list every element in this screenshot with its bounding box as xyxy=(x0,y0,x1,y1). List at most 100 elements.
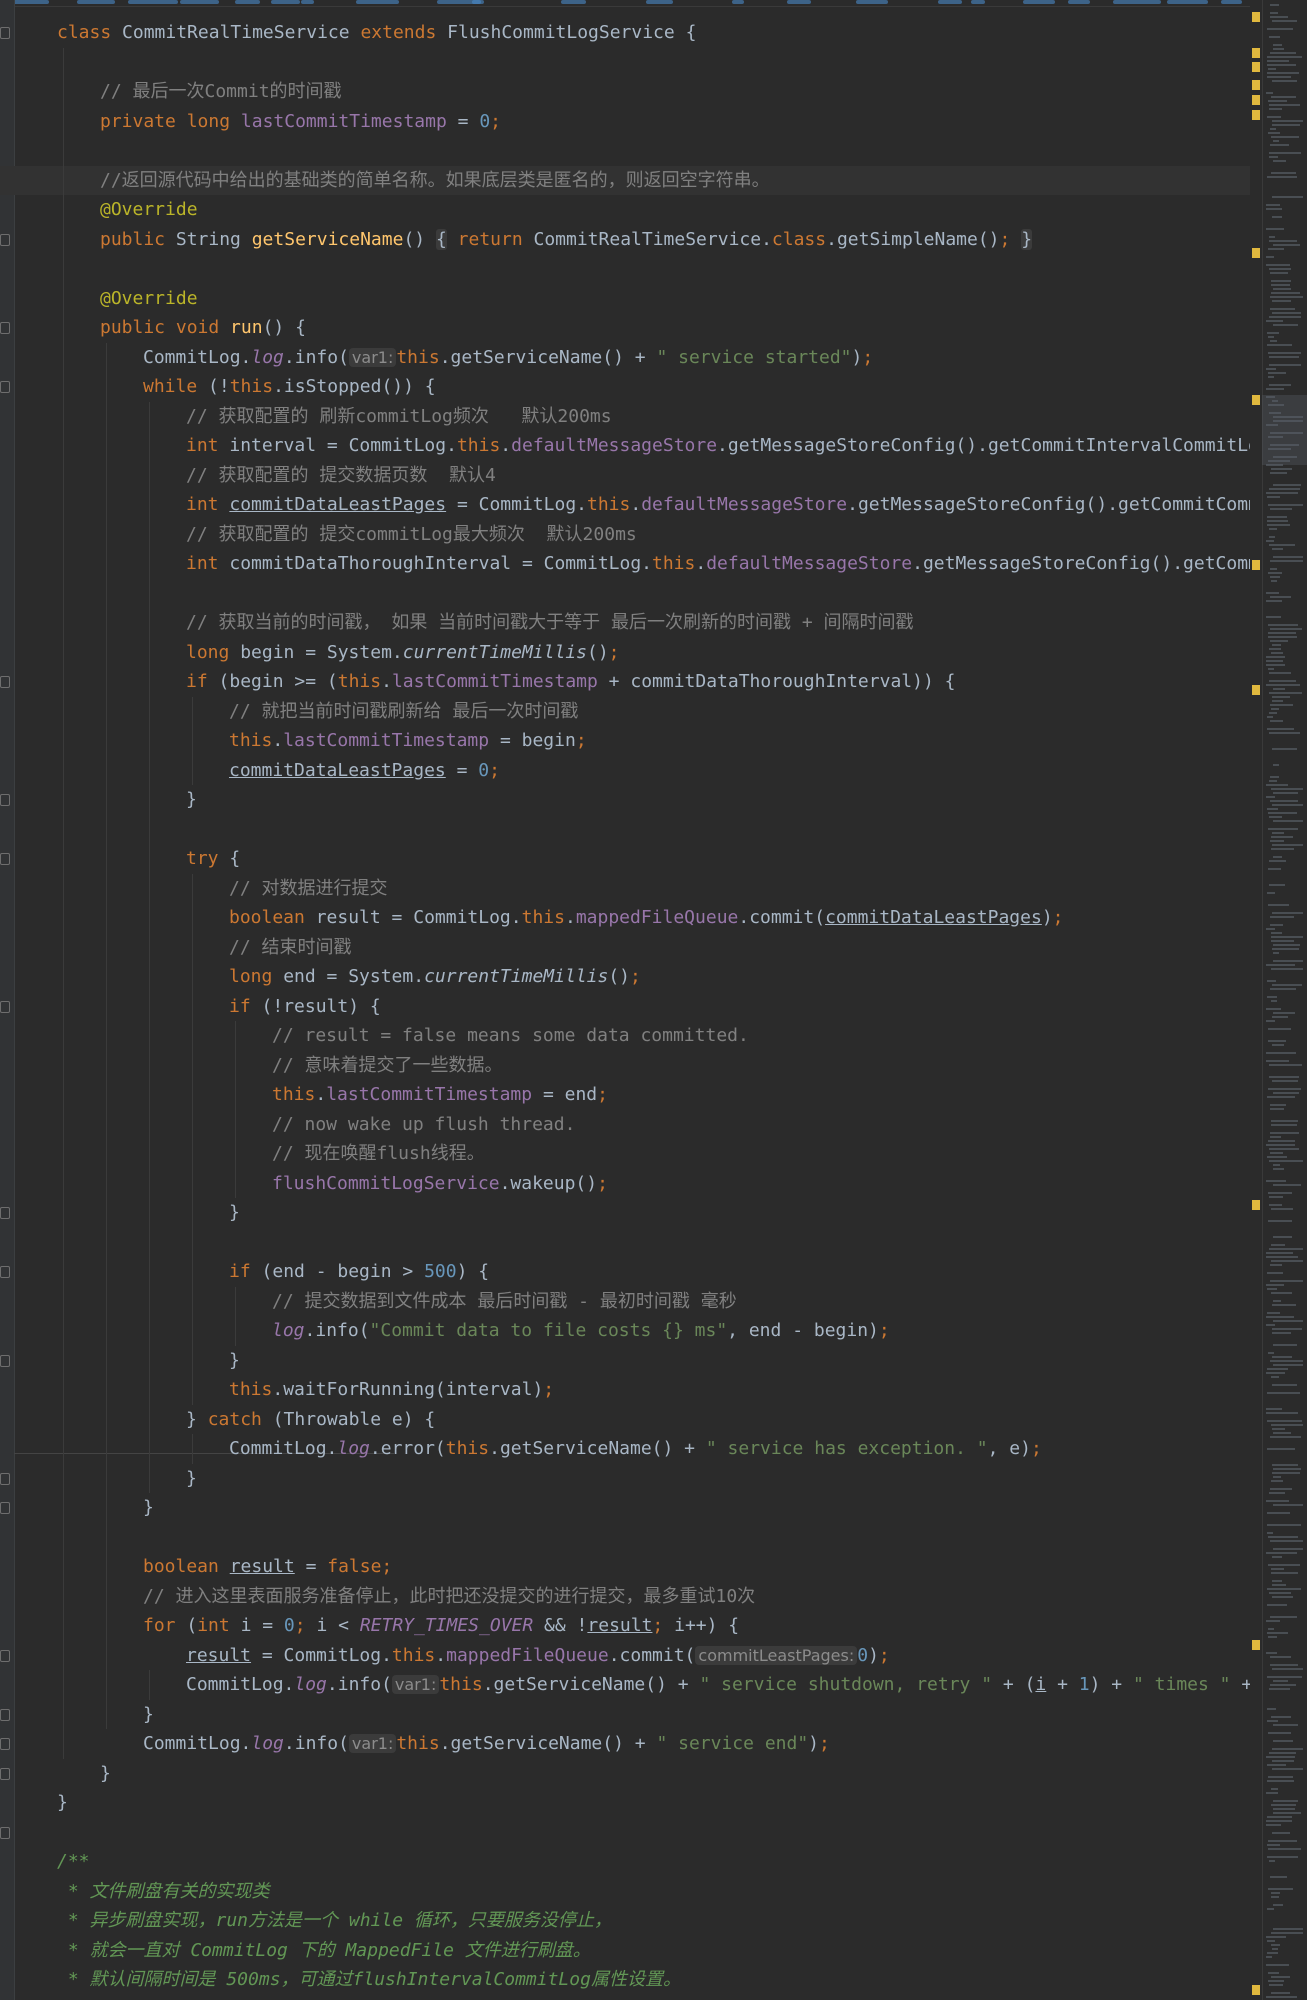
code-line[interactable]: if (begin >= (this.lastCommitTimestamp +… xyxy=(186,667,955,697)
minimap-line xyxy=(1267,1392,1300,1394)
code-line[interactable]: * 默认间隔时间是 500ms，可通过flushIntervalCommitLo… xyxy=(57,1965,681,1995)
code-line[interactable]: // 就把当前时间戳刷新给 最后一次时间戳 xyxy=(229,697,578,727)
code-line[interactable]: CommitLog.log.info(var1: this.getServiceN… xyxy=(143,343,873,373)
code-token: , end - begin) xyxy=(727,1320,879,1341)
minimap-line xyxy=(1271,1260,1303,1262)
code-line[interactable]: // 意味着提交了一些数据。 xyxy=(272,1051,503,1081)
code-line[interactable]: log.info("Commit data to file costs {} m… xyxy=(272,1316,890,1346)
code-line[interactable]: class CommitRealTimeService extends Flus… xyxy=(57,18,696,48)
code-line[interactable]: // 现在唤醒flush线程。 xyxy=(272,1139,485,1169)
code-line[interactable]: @Override xyxy=(100,195,198,225)
minimap-line xyxy=(1273,960,1303,962)
warning-marker-icon[interactable] xyxy=(1252,62,1260,72)
code-line[interactable]: public void run() { xyxy=(100,313,306,343)
code-line[interactable]: /** xyxy=(57,1847,90,1877)
minimap-line xyxy=(1273,856,1282,858)
code-line[interactable]: } xyxy=(57,1788,68,1818)
code-line[interactable]: CommitLog.log.info(var1: this.getServiceN… xyxy=(186,1670,1262,1700)
code-line[interactable]: long end = System.currentTimeMillis(); xyxy=(229,962,641,992)
error-stripe[interactable] xyxy=(1250,0,1262,2000)
code-line[interactable]: public String getServiceName() { return … xyxy=(100,225,1033,255)
code-line[interactable]: boolean result = CommitLog.this.mappedFi… xyxy=(229,903,1064,933)
code-line[interactable]: boolean result = false; xyxy=(143,1552,392,1582)
code-line[interactable]: } xyxy=(100,1759,111,1789)
code-line[interactable]: } xyxy=(186,1464,197,1494)
code-line[interactable]: // result = false means some data commit… xyxy=(272,1021,749,1051)
code-line[interactable]: for (int i = 0; i < RETRY_TIMES_OVER && … xyxy=(143,1611,739,1641)
warning-marker-icon[interactable] xyxy=(1252,1640,1260,1650)
code-line[interactable]: * 异步刷盘实现，run方法是一个 while 循环，只要服务没停止， xyxy=(57,1906,612,1936)
warning-marker-icon[interactable] xyxy=(1252,48,1260,58)
code-line[interactable]: // 获取配置的 提交commitLog最大频次 默认200ms xyxy=(186,520,637,550)
minimap-line xyxy=(1272,1584,1286,1586)
code-line[interactable]: this.lastCommitTimestamp = begin; xyxy=(229,726,587,756)
warning-marker-icon[interactable] xyxy=(1252,1985,1260,1995)
warning-marker-icon[interactable] xyxy=(1252,12,1260,22)
code-token: ; xyxy=(999,228,1011,250)
warning-marker-icon[interactable] xyxy=(1252,248,1260,258)
code-editor[interactable]: class CommitRealTimeService extends Flus… xyxy=(0,0,1307,2000)
code-token: .isStopped()) { xyxy=(273,376,436,397)
code-line[interactable]: int interval = CommitLog.this.defaultMes… xyxy=(186,431,1262,461)
code-line[interactable]: if (end - begin > 500) { xyxy=(229,1257,489,1287)
code-line[interactable]: } catch (Throwable e) { xyxy=(186,1405,435,1435)
code-line[interactable]: while (!this.isStopped()) { xyxy=(143,372,436,402)
warning-marker-icon[interactable] xyxy=(1252,395,1260,405)
warning-marker-icon[interactable] xyxy=(1252,1200,1260,1210)
code-line[interactable]: // 获取配置的 提交数据页数 默认4 xyxy=(186,461,496,491)
warning-marker-icon[interactable] xyxy=(1252,80,1260,90)
code-line[interactable]: } xyxy=(186,785,197,815)
warning-marker-icon[interactable] xyxy=(1252,95,1260,105)
code-line[interactable]: //返回源代码中给出的基础类的简单名称。如果底层类是匿名的，则返回空字符串。 xyxy=(0,165,1262,195)
minimap-line xyxy=(1272,1016,1288,1018)
code-line[interactable]: } xyxy=(143,1493,154,1523)
minimap-line xyxy=(1266,540,1274,542)
code-token: /** xyxy=(57,1851,90,1872)
code-line[interactable]: this.waitForRunning(interval); xyxy=(229,1375,554,1405)
code-line[interactable]: * 文件刷盘有关的实现类 xyxy=(57,1877,270,1907)
code-line[interactable]: } xyxy=(229,1346,240,1376)
minimap-line xyxy=(1271,1120,1298,1122)
code-line[interactable]: int commitDataLeastPages = CommitLog.thi… xyxy=(186,490,1262,520)
code-line[interactable]: // 获取当前的时间戳， 如果 当前时间戳大于等于 最后一次刷新的时间戳 + 间… xyxy=(186,608,914,638)
minimap-line xyxy=(1270,12,1278,14)
code-line[interactable]: commitDataLeastPages = 0; xyxy=(229,756,500,786)
minimap-line xyxy=(1269,732,1300,734)
code-line[interactable]: this.lastCommitTimestamp = end; xyxy=(272,1080,608,1110)
code-minimap[interactable] xyxy=(1262,0,1307,2000)
minimap-viewport[interactable] xyxy=(1262,395,1307,465)
minimap-line xyxy=(1266,1996,1297,1998)
code-line[interactable]: result = CommitLog.this.mappedFileQueue.… xyxy=(186,1641,890,1671)
code-line[interactable]: CommitLog.log.error(this.getServiceName(… xyxy=(229,1434,1042,1464)
code-line[interactable]: // 进入这里表面服务准备停止，此时把还没提交的进行提交，最多重试10次 xyxy=(143,1582,755,1612)
code-line[interactable]: try { xyxy=(186,844,240,874)
code-line[interactable]: CommitLog.log.info(var1: this.getServiceN… xyxy=(143,1729,830,1759)
code-line[interactable]: long begin = System.currentTimeMillis(); xyxy=(186,638,620,668)
code-token: this xyxy=(587,494,631,515)
warning-marker-icon[interactable] xyxy=(1252,685,1260,695)
code-line[interactable]: * 就会一直对 CommitLog 下的 MappedFile 文件进行刷盘。 xyxy=(57,1936,591,1966)
code-token: // 获取当前的时间戳， 如果 当前时间戳大于等于 最后一次刷新的时间戳 + 间… xyxy=(186,612,914,633)
code-line[interactable]: } xyxy=(143,1700,154,1730)
code-line[interactable]: // 对数据进行提交 xyxy=(229,874,388,904)
code-line[interactable]: } xyxy=(229,1198,240,1228)
code-line[interactable]: flushCommitLogService.wakeup(); xyxy=(272,1169,608,1199)
code-line[interactable]: @Override xyxy=(100,284,198,314)
code-line[interactable]: // 最后一次Commit的时间戳 xyxy=(100,77,342,107)
code-line[interactable]: int commitDataThoroughInterval = CommitL… xyxy=(186,549,1262,579)
code-line[interactable]: private long lastCommitTimestamp = 0; xyxy=(100,107,501,137)
minimap-line xyxy=(1268,1972,1279,1974)
minimap-line xyxy=(1266,1956,1272,1958)
code-line[interactable]: // 获取配置的 刷新commitLog频次 默认200ms xyxy=(186,402,612,432)
warning-marker-icon[interactable] xyxy=(1252,560,1260,570)
minimap-line xyxy=(1267,516,1287,518)
code-line[interactable]: // 结束时间戳 xyxy=(229,933,352,963)
minimap-line xyxy=(1268,132,1280,134)
code-line[interactable]: if (!result) { xyxy=(229,992,381,1022)
warning-marker-icon[interactable] xyxy=(1252,110,1260,120)
code-line[interactable]: // now wake up flush thread. xyxy=(272,1110,575,1140)
minimap-line xyxy=(1270,144,1289,146)
code-line[interactable]: // 提交数据到文件成本 最后时间戳 - 最初时间戳 毫秒 xyxy=(272,1287,737,1317)
code-area[interactable]: class CommitRealTimeService extends Flus… xyxy=(0,0,1262,2000)
minimap-line xyxy=(1267,1764,1286,1766)
